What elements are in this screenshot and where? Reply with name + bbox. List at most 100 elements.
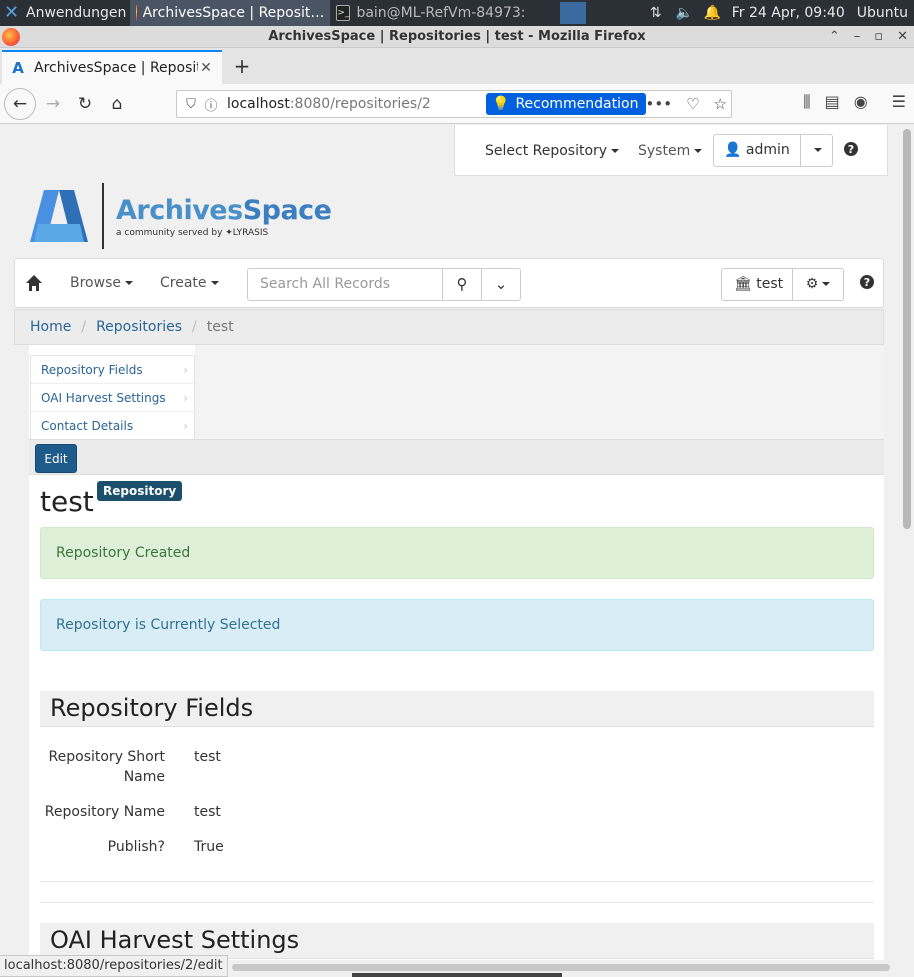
taskbar-label: bain@ML-RefVm-84973: ~ bbox=[356, 5, 527, 21]
applications-label: Anwendungen bbox=[26, 5, 127, 21]
clock[interactable]: Fr 24 Apr, 09:40 bbox=[732, 5, 845, 21]
breadcrumb-divider: / bbox=[81, 319, 87, 335]
chevron-right-icon: › bbox=[183, 419, 188, 433]
system-dropdown[interactable]: System bbox=[638, 143, 703, 159]
browser-tab-active[interactable]: A ArchivesSpace | Reposito ✕ bbox=[2, 50, 222, 84]
gear-icon: ⚙ bbox=[805, 276, 819, 292]
shield-icon[interactable]: ⛉ bbox=[181, 97, 201, 112]
minimize-icon[interactable]: – bbox=[854, 26, 861, 48]
breadcrumb-current: test bbox=[206, 319, 234, 335]
alert-repository-created: Repository Created bbox=[40, 527, 874, 579]
help-icon[interactable]: ? bbox=[843, 141, 859, 157]
account-icon[interactable]: ◉ bbox=[854, 92, 868, 112]
admin-dropdown-toggle[interactable] bbox=[800, 134, 833, 167]
chevron-down-icon: ⌄ bbox=[494, 275, 508, 293]
forward-arrow-icon[interactable]: → bbox=[38, 89, 68, 119]
bookmark-star-icon[interactable]: ☆ bbox=[714, 95, 727, 113]
sidenav-item-oai-harvest[interactable]: OAI Harvest Settings › bbox=[31, 384, 194, 412]
browse-menu[interactable]: Browse bbox=[70, 275, 133, 291]
create-menu[interactable]: Create bbox=[160, 275, 219, 291]
breadcrumb-divider: / bbox=[192, 319, 197, 335]
vertical-scrollbar[interactable] bbox=[900, 125, 914, 960]
search-icon: ⚲ bbox=[456, 275, 468, 293]
tab-label: ArchivesSpace | Reposito bbox=[34, 60, 198, 76]
tab-strip: A ArchivesSpace | Reposito ✕ + bbox=[0, 48, 914, 84]
sidenav-item-repository-fields[interactable]: Repository Fields › bbox=[31, 356, 194, 384]
edit-button[interactable]: Edit bbox=[35, 444, 77, 473]
select-repository-dropdown[interactable]: Select Repository bbox=[485, 143, 620, 159]
archivesspace-a-icon bbox=[30, 190, 88, 242]
field-repository-name: Repository Name test bbox=[40, 802, 874, 822]
logo-separator bbox=[102, 183, 104, 249]
field-value: True bbox=[194, 839, 224, 855]
pocket-icon[interactable]: ♡ bbox=[686, 95, 699, 113]
sidebar-area-background bbox=[195, 345, 884, 439]
repository-bar: Select Repository System 👤 admin ? bbox=[454, 125, 888, 176]
url-text[interactable]: localhost:8080/repositories/2 bbox=[227, 96, 431, 112]
applications-menu[interactable]: ✕ Anwendungen bbox=[0, 0, 130, 26]
search-input[interactable]: Search All Records bbox=[247, 268, 443, 301]
user-icon: 👤 bbox=[724, 142, 742, 158]
home-icon[interactable]: ⌂ bbox=[102, 89, 132, 119]
network-icon[interactable]: ⇅ bbox=[648, 5, 664, 21]
window-titlebar: ArchivesSpace | Repositories | test - Mo… bbox=[0, 26, 914, 48]
navigation-bar: ← → ↻ ⌂ ⛉ ⓘ localhost:8080/repositories/… bbox=[0, 84, 914, 124]
taskbar-item-firefox[interactable]: ArchivesSpace | Reposit… bbox=[130, 0, 331, 26]
status-bar-link: localhost:8080/repositories/2/edit bbox=[0, 955, 228, 977]
record-toolbar: Edit bbox=[29, 439, 884, 475]
tab-close-icon[interactable]: ✕ bbox=[198, 60, 214, 76]
field-publish: Publish? True bbox=[40, 837, 874, 857]
user-menu[interactable]: Ubuntu bbox=[857, 5, 908, 21]
current-repository-button[interactable]: 🏛 test bbox=[721, 268, 793, 301]
field-value: test bbox=[194, 749, 221, 765]
reload-icon[interactable]: ↻ bbox=[70, 89, 100, 119]
horizontal-scrollbar[interactable] bbox=[232, 962, 900, 972]
lightbulb-icon: 💡 bbox=[492, 96, 510, 112]
archivesspace-logo[interactable]: ArchivesSpace a community served by ✦LYR… bbox=[30, 183, 332, 249]
breadcrumb-home[interactable]: Home bbox=[30, 319, 71, 335]
home-icon[interactable] bbox=[25, 274, 43, 292]
divider bbox=[40, 881, 874, 882]
section-header-repository-fields: Repository Fields bbox=[40, 691, 874, 727]
back-arrow-icon[interactable]: ← bbox=[4, 88, 36, 120]
breadcrumb-repositories[interactable]: Repositories bbox=[96, 319, 182, 335]
record-title: test bbox=[40, 485, 94, 518]
volume-icon[interactable]: 🔈 bbox=[676, 5, 693, 21]
search-button[interactable]: ⚲ bbox=[442, 268, 482, 301]
maximize-icon[interactable]: ▫ bbox=[874, 26, 883, 48]
scrollbar-thumb[interactable] bbox=[232, 964, 890, 971]
help-icon[interactable]: ? bbox=[859, 274, 875, 290]
caret-down-icon bbox=[822, 282, 831, 286]
record-sidenav: Repository Fields › OAI Harvest Settings ›… bbox=[30, 355, 195, 441]
chevron-right-icon: › bbox=[183, 391, 188, 405]
caret-down-icon bbox=[694, 149, 703, 153]
taskbar-item-terminal[interactable]: >_ bain@ML-RefVm-84973: ~ bbox=[330, 0, 526, 26]
hamburger-menu-icon[interactable]: ☰ bbox=[892, 92, 906, 112]
page-actions-icon[interactable]: ••• bbox=[646, 95, 673, 113]
recommendation-button[interactable]: 💡 Recommendation bbox=[486, 93, 647, 115]
os-top-panel: ✕ Anwendungen ArchivesSpace | Reposit… >… bbox=[0, 0, 914, 26]
window-up-icon[interactable]: ⌃ bbox=[829, 26, 840, 48]
url-bar[interactable]: ⛉ ⓘ localhost:8080/repositories/2 💡 Reco… bbox=[176, 90, 732, 118]
info-icon[interactable]: ⓘ bbox=[201, 95, 221, 114]
field-label: Repository Short Name bbox=[48, 749, 165, 785]
page-viewport: Select Repository System 👤 admin ? Archi… bbox=[0, 125, 900, 960]
firefox-icon bbox=[2, 28, 20, 46]
settings-dropdown[interactable]: ⚙ bbox=[792, 268, 844, 301]
terminal-icon: >_ bbox=[336, 5, 351, 21]
alert-repository-selected: Repository is Currently Selected bbox=[40, 599, 874, 651]
sidebar-icon[interactable]: ▤ bbox=[825, 92, 840, 112]
scrollbar-thumb[interactable] bbox=[903, 129, 911, 529]
new-tab-icon[interactable]: + bbox=[230, 54, 254, 78]
admin-user-button[interactable]: 👤 admin bbox=[713, 134, 801, 167]
workspace-firefox-thumb[interactable] bbox=[560, 2, 587, 24]
close-window-icon[interactable]: ✕ bbox=[897, 26, 908, 48]
search-options-button[interactable]: ⌄ bbox=[481, 268, 521, 301]
recommendation-label: Recommendation bbox=[515, 96, 639, 112]
logo-tagline: a community served by ✦LYRASIS bbox=[116, 227, 269, 238]
library-icon[interactable]: ⫼ bbox=[803, 92, 810, 112]
notification-bell-icon[interactable]: 🔔 bbox=[704, 5, 721, 21]
logo-wordmark: ArchivesSpace bbox=[116, 194, 332, 226]
sidenav-item-contact-details[interactable]: Contact Details › bbox=[31, 412, 194, 440]
field-value: test bbox=[194, 804, 221, 820]
